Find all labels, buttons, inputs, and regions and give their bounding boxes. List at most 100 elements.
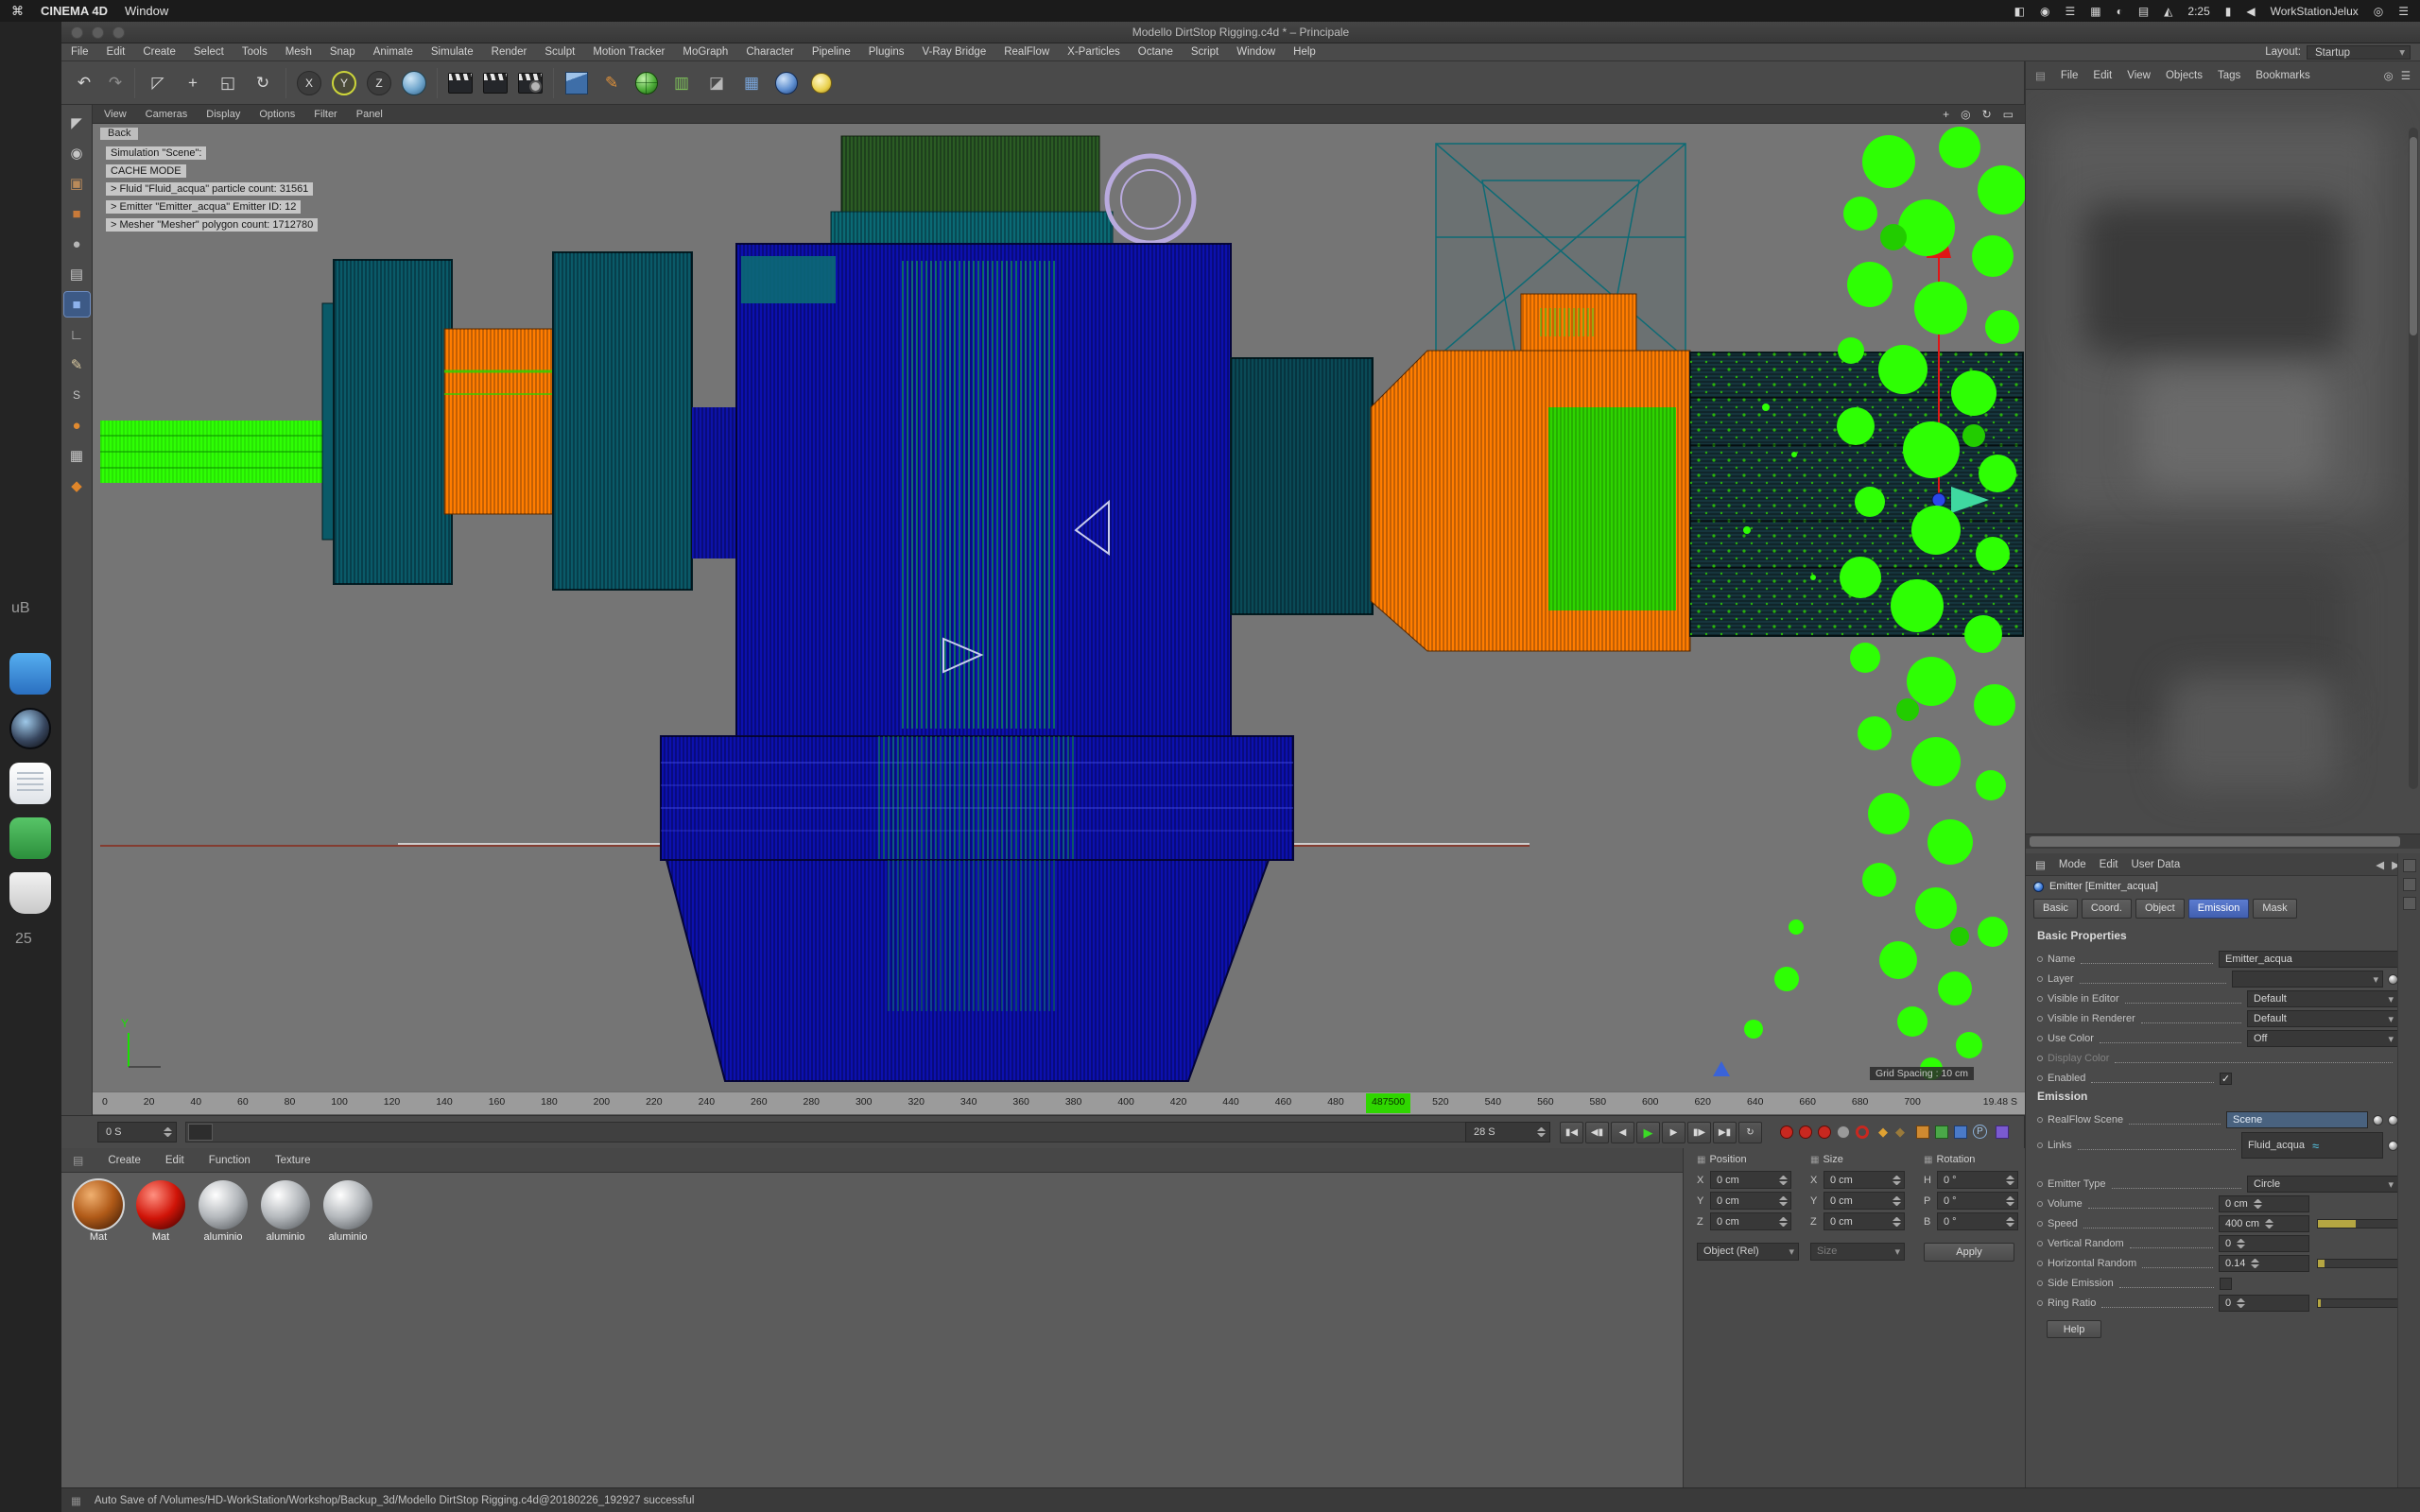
status-icon-3[interactable]: ☰ bbox=[2065, 5, 2075, 18]
strip-lock-icon[interactable] bbox=[2403, 859, 2416, 872]
links-box[interactable]: Fluid_acqua≈ bbox=[2241, 1132, 2383, 1159]
layout-dropdown[interactable]: Startup bbox=[2307, 45, 2411, 60]
status-icon-1[interactable]: ◧ bbox=[2014, 5, 2025, 18]
size-z-field[interactable]: 0 cm bbox=[1824, 1212, 1905, 1230]
status-icon-6[interactable]: ▤ bbox=[2138, 5, 2149, 18]
use-color-dropdown[interactable]: Off▾ bbox=[2247, 1030, 2398, 1047]
om-search-icon[interactable]: ◎ bbox=[2384, 69, 2394, 82]
menu-5[interactable]: Mesh bbox=[285, 46, 312, 58]
speed-spinner[interactable]: 400 cm bbox=[2219, 1215, 2309, 1232]
viewport-canvas[interactable]: Y Back Simulation "Scene":CACHE MODE> Fl… bbox=[93, 124, 2025, 1091]
scene-link-ball-icon[interactable] bbox=[2373, 1115, 2383, 1125]
position-y-field[interactable]: 0 cm bbox=[1710, 1192, 1791, 1210]
record-parameter-button[interactable] bbox=[1837, 1125, 1850, 1139]
apple-menu-icon[interactable]: ⌘ bbox=[11, 4, 24, 19]
object-mode-dropdown[interactable]: Object (Rel) bbox=[1697, 1243, 1799, 1261]
viewport-menu-5[interactable]: Panel bbox=[356, 109, 383, 120]
volume-spinner[interactable]: 0 cm bbox=[2219, 1195, 2309, 1212]
material-thumbnail[interactable]: Mat bbox=[133, 1180, 188, 1243]
lock-y-axis-button[interactable]: Y bbox=[329, 68, 359, 98]
status-icon-5[interactable]: ◐ bbox=[2117, 5, 2123, 18]
menu-17[interactable]: RealFlow bbox=[1004, 46, 1049, 58]
palette-snap-tool-icon[interactable]: S bbox=[64, 383, 90, 407]
minimize-window-button[interactable] bbox=[92, 26, 104, 39]
tab-emission[interactable]: Emission bbox=[2188, 899, 2250, 919]
rotation-p-field[interactable]: 0 ° bbox=[1937, 1192, 2018, 1210]
timeline-scrub-thumb[interactable] bbox=[188, 1124, 213, 1141]
live-selection-button[interactable]: ◸ bbox=[143, 68, 173, 98]
timeline-end-field[interactable]: 28 S bbox=[1465, 1122, 1550, 1143]
tab-object[interactable]: Object bbox=[2135, 899, 2185, 919]
size-y-field[interactable]: 0 cm bbox=[1824, 1192, 1905, 1210]
timeline-ruler[interactable]: 0204060801001201401601802002202402602803… bbox=[93, 1091, 2025, 1115]
menu-8[interactable]: Simulate bbox=[431, 46, 474, 58]
add-generator-button[interactable]: ▥ bbox=[666, 68, 697, 98]
record-keyframe-button[interactable] bbox=[1780, 1125, 1793, 1139]
menu-0[interactable]: File bbox=[71, 46, 89, 58]
ring-ratio-slider[interactable] bbox=[2317, 1298, 2398, 1308]
parameter-mode-button[interactable]: P bbox=[1973, 1125, 1987, 1139]
add-floor-button[interactable]: ▦ bbox=[736, 68, 767, 98]
scrollbar-thumb[interactable] bbox=[2030, 836, 2400, 847]
menu-7[interactable]: Animate bbox=[373, 46, 413, 58]
material-menu-0[interactable]: Create bbox=[108, 1155, 141, 1166]
tab-mask[interactable]: Mask bbox=[2253, 899, 2296, 919]
palette-axis-tool-icon[interactable]: ∟ bbox=[64, 322, 90, 347]
move-tool-button[interactable]: + bbox=[178, 68, 208, 98]
attr-menu-2[interactable]: User Data bbox=[2131, 859, 2180, 870]
material-menu-2[interactable]: Function bbox=[209, 1155, 251, 1166]
viewport-menu-2[interactable]: Display bbox=[206, 109, 240, 120]
green-app-icon[interactable] bbox=[9, 817, 51, 859]
notification-center-icon[interactable]: ☰ bbox=[2398, 5, 2409, 18]
status-icon-7[interactable]: ◭ bbox=[2164, 5, 2172, 18]
menu-18[interactable]: X-Particles bbox=[1067, 46, 1120, 58]
menu-20[interactable]: Script bbox=[1191, 46, 1219, 58]
palette-plane-tool-icon[interactable]: ▤ bbox=[64, 262, 90, 286]
add-environment-button[interactable] bbox=[771, 68, 802, 98]
pla-mode-button[interactable] bbox=[1996, 1125, 2009, 1139]
palette-texture-tool-icon[interactable]: ▦ bbox=[64, 443, 90, 468]
lock-x-axis-button[interactable]: X bbox=[294, 68, 324, 98]
material-menu-3[interactable]: Texture bbox=[275, 1155, 311, 1166]
keyframe-selection-icon[interactable]: ◆ bbox=[1895, 1125, 1905, 1140]
previous-key-button[interactable]: ◀▮ bbox=[1585, 1122, 1609, 1143]
play-button[interactable]: ▶ bbox=[1636, 1122, 1660, 1143]
rotate-tool-button[interactable]: ↻ bbox=[248, 68, 278, 98]
palette-paint-tool-icon[interactable]: ● bbox=[64, 413, 90, 438]
current-frame-marker[interactable]: 487500 bbox=[1366, 1093, 1410, 1113]
key-filter-position-button[interactable] bbox=[1916, 1125, 1929, 1139]
previous-frame-button[interactable]: ◀ bbox=[1611, 1122, 1634, 1143]
volume-icon[interactable]: ◀ bbox=[2246, 5, 2255, 18]
menu-4[interactable]: Tools bbox=[242, 46, 268, 58]
attr-menu-0[interactable]: Mode bbox=[2059, 859, 2086, 870]
record-position-button[interactable] bbox=[1799, 1125, 1812, 1139]
size-x-field[interactable]: 0 cm bbox=[1824, 1171, 1905, 1189]
ring-ratio-spinner[interactable]: 0 bbox=[2219, 1295, 2309, 1312]
coordinate-system-button[interactable] bbox=[399, 68, 429, 98]
goto-end-button[interactable]: ▶▮ bbox=[1713, 1122, 1737, 1143]
status-icon-4[interactable]: ▦ bbox=[2090, 5, 2100, 18]
clock[interactable]: 2:25 bbox=[2187, 5, 2209, 18]
apply-button[interactable]: Apply bbox=[1924, 1243, 2014, 1262]
horizontal-random-spinner[interactable]: 0.14 bbox=[2219, 1255, 2309, 1272]
om-filter-icon[interactable]: ☰ bbox=[2401, 69, 2411, 82]
palette-selection-tool-icon[interactable]: ◤ bbox=[64, 111, 90, 135]
emitter-type-dropdown[interactable]: Circle▾ bbox=[2247, 1176, 2398, 1193]
attr-menu-1[interactable]: Edit bbox=[2100, 859, 2118, 870]
menu-12[interactable]: MoGraph bbox=[683, 46, 728, 58]
spotlight-icon[interactable]: ◎ bbox=[2374, 5, 2383, 18]
goto-start-button[interactable]: ▮◀ bbox=[1560, 1122, 1583, 1143]
rotation-h-field[interactable]: 0 ° bbox=[1937, 1171, 2018, 1189]
render-settings-button[interactable] bbox=[515, 68, 545, 98]
timeline-scrub-track[interactable]: 28 S bbox=[185, 1122, 1518, 1143]
position-z-field[interactable]: 0 cm bbox=[1710, 1212, 1791, 1230]
key-filter-scale-button[interactable] bbox=[1935, 1125, 1948, 1139]
menu-6[interactable]: Snap bbox=[330, 46, 355, 58]
machine-name[interactable]: WorkStationJelux bbox=[2271, 5, 2359, 18]
macos-menu-window[interactable]: Window bbox=[125, 4, 168, 18]
panel-grip-icon[interactable]: ▤ bbox=[2035, 858, 2046, 871]
battery-icon[interactable]: ▮ bbox=[2225, 5, 2232, 18]
horizontal-random-slider[interactable] bbox=[2317, 1259, 2398, 1268]
om-menu-2[interactable]: View bbox=[2127, 70, 2151, 81]
key-filter-rotation-button[interactable] bbox=[1954, 1125, 1967, 1139]
